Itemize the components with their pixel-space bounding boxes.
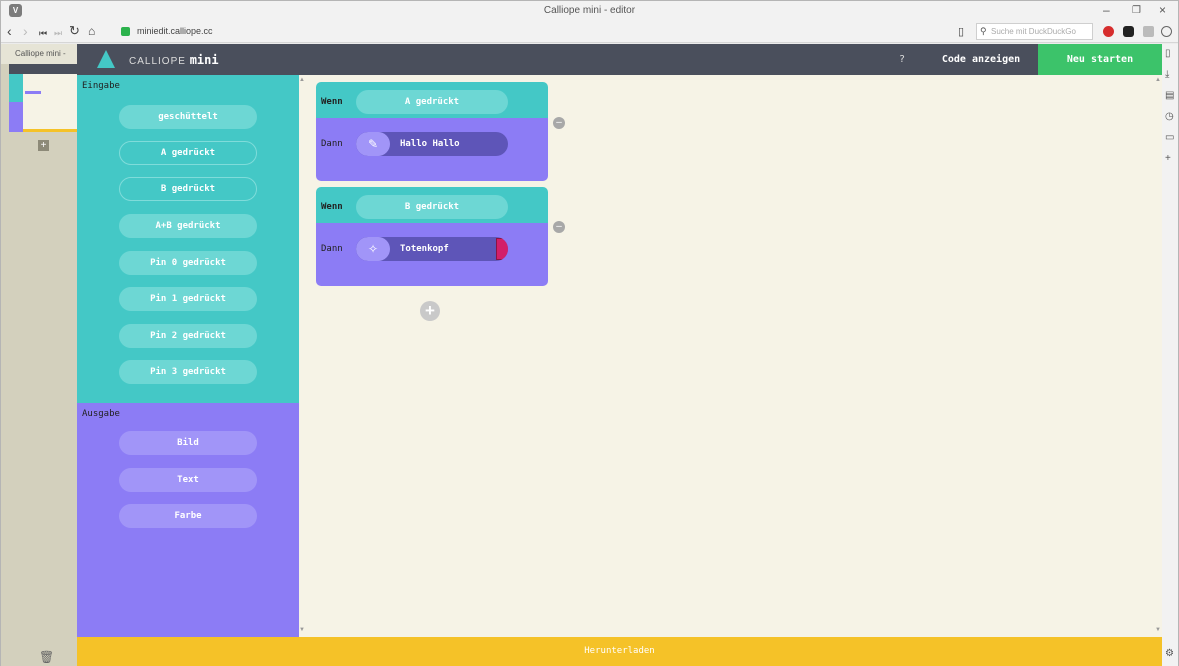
- palette-item-pin0[interactable]: Pin 0 gedrückt: [119, 251, 257, 275]
- window-title: Calliope mini - editor: [543, 5, 636, 16]
- sync-icon[interactable]: [1161, 26, 1172, 37]
- settings-icon[interactable]: ⚙: [1165, 648, 1174, 659]
- palette-item-pin3[interactable]: Pin 3 gedrückt: [119, 360, 257, 384]
- remove-rule-icon[interactable]: –: [553, 221, 565, 233]
- when-label: Wenn: [321, 97, 343, 107]
- trash-icon[interactable]: 🗑: [39, 650, 54, 664]
- palette-item-b-pressed[interactable]: B gedrückt: [119, 177, 257, 201]
- scroll-down-icon[interactable]: ▼: [1155, 627, 1161, 633]
- tab-calliope[interactable]: Calliope mini -: [1, 44, 77, 64]
- close-button[interactable]: ×: [1159, 3, 1166, 17]
- browser-side-panel: ▯ ⤓ ▤ ◷ ▭ + ⚙: [1162, 44, 1178, 666]
- scroll-up-icon[interactable]: ▲: [299, 77, 305, 83]
- add-panel-icon[interactable]: +: [1165, 153, 1171, 164]
- reader-icon[interactable]: [1143, 26, 1154, 37]
- bookmarks-icon[interactable]: ▯: [1165, 48, 1171, 59]
- sparkle-icon: ✧: [356, 237, 390, 261]
- app-logo: CALLIOPE mini: [129, 53, 219, 67]
- home-icon[interactable]: ⌂: [88, 23, 95, 39]
- notes-icon[interactable]: ▤: [1165, 90, 1174, 101]
- when-label: Wenn: [321, 202, 343, 212]
- fast-forward-icon[interactable]: ⏭: [54, 25, 62, 41]
- action-show-text[interactable]: ✎ Hallo Hallo: [356, 132, 508, 156]
- input-section: Eingabe geschüttelt A gedrückt B gedrück…: [77, 75, 299, 403]
- rule-divider: [316, 118, 548, 126]
- history-icon[interactable]: ◷: [1165, 111, 1174, 122]
- remove-rule-icon[interactable]: –: [553, 117, 565, 129]
- output-section-title: Ausgabe: [82, 409, 120, 419]
- rewind-icon[interactable]: ⏮: [39, 25, 47, 41]
- pencil-icon: ✎: [356, 132, 390, 156]
- rule-block[interactable]: Wenn A gedrückt Dann ✎ Hallo Hallo: [316, 82, 548, 181]
- palette-item-image[interactable]: Bild: [119, 431, 257, 455]
- download-button[interactable]: Herunterladen: [77, 637, 1162, 666]
- address-bar: ‹ › ⏮ ⏭ ↻ ⌂ miniedit.calliope.cc ▯ ⚲ Suc…: [1, 21, 1178, 43]
- window-icon[interactable]: ▭: [1165, 132, 1174, 143]
- show-code-button[interactable]: Code anzeigen: [924, 44, 1038, 75]
- back-icon[interactable]: ‹: [7, 23, 12, 39]
- browser-window: V Calliope mini - editor – ❐ × ‹ › ⏮ ⏭ ↻…: [0, 0, 1179, 666]
- condition-a-pressed[interactable]: A gedrückt: [356, 90, 508, 114]
- program-canvas[interactable]: Wenn A gedrückt Dann ✎ Hallo Hallo – Wen…: [306, 75, 1155, 637]
- minimize-button[interactable]: –: [1103, 3, 1110, 17]
- action-label: Totenkopf: [400, 244, 449, 254]
- action-show-image[interactable]: ✧ Totenkopf: [356, 237, 508, 261]
- skull-image-preview[interactable]: [496, 238, 508, 260]
- forward-icon[interactable]: ›: [23, 23, 28, 39]
- title-bar: V Calliope mini - editor – ❐ ×: [1, 1, 1178, 21]
- calliope-logo-icon: [97, 50, 115, 68]
- app-header: CALLIOPE mini ? Code anzeigen Neu starte…: [77, 44, 1162, 75]
- then-label: Dann: [321, 139, 343, 149]
- palette-scrollbar[interactable]: ▲ ▼: [299, 75, 306, 637]
- url-text: miniedit.calliope.cc: [137, 26, 213, 36]
- extension-icon[interactable]: [1123, 26, 1134, 37]
- rule-block[interactable]: Wenn B gedrückt Dann ✧ Totenkopf: [316, 187, 548, 286]
- logo-text: CALLIOPE: [129, 56, 186, 67]
- logo-mini: mini: [189, 53, 219, 67]
- palette-item-pin2[interactable]: Pin 2 gedrückt: [119, 324, 257, 348]
- reload-icon[interactable]: ↻: [69, 23, 80, 39]
- input-section-title: Eingabe: [82, 81, 120, 91]
- palette-item-text[interactable]: Text: [119, 468, 257, 492]
- rule-divider: [316, 223, 548, 231]
- add-rule-button[interactable]: +: [420, 301, 440, 321]
- lock-icon: [121, 27, 130, 36]
- search-input[interactable]: ⚲ Suche mit DuckDuckGo: [976, 23, 1093, 40]
- output-section: Ausgabe Bild Text Farbe: [77, 403, 299, 637]
- search-placeholder: Suche mit DuckDuckGo: [991, 27, 1076, 36]
- tab-panel: Calliope mini - + 🗑: [1, 44, 77, 666]
- action-label: Hallo Hallo: [400, 139, 460, 149]
- block-palette: Eingabe geschüttelt A gedrückt B gedrück…: [77, 75, 299, 637]
- bookmark-icon[interactable]: ▯: [958, 25, 964, 38]
- ublock-icon[interactable]: [1103, 26, 1114, 37]
- downloads-icon[interactable]: ⤓: [1165, 69, 1169, 80]
- tab-thumbnail[interactable]: [9, 64, 77, 132]
- condition-b-pressed[interactable]: B gedrückt: [356, 195, 508, 219]
- palette-item-a-pressed[interactable]: A gedrückt: [119, 141, 257, 165]
- tab-title: Calliope mini -: [15, 49, 66, 58]
- restore-button[interactable]: ❐: [1132, 5, 1141, 16]
- search-icon: ⚲: [980, 26, 987, 36]
- palette-item-ab-pressed[interactable]: A+B gedrückt: [119, 214, 257, 238]
- help-button[interactable]: ?: [892, 44, 912, 75]
- restart-button[interactable]: Neu starten: [1038, 44, 1162, 75]
- new-tab-button[interactable]: +: [38, 140, 49, 151]
- then-label: Dann: [321, 244, 343, 254]
- palette-item-color[interactable]: Farbe: [119, 504, 257, 528]
- palette-item-shaken[interactable]: geschüttelt: [119, 105, 257, 129]
- scroll-up-icon[interactable]: ▲: [1155, 77, 1161, 83]
- canvas-scrollbar[interactable]: ▲ ▼: [1155, 75, 1162, 637]
- url-field[interactable]: miniedit.calliope.cc: [121, 24, 941, 39]
- palette-item-pin1[interactable]: Pin 1 gedrückt: [119, 287, 257, 311]
- scroll-down-icon[interactable]: ▼: [299, 627, 305, 633]
